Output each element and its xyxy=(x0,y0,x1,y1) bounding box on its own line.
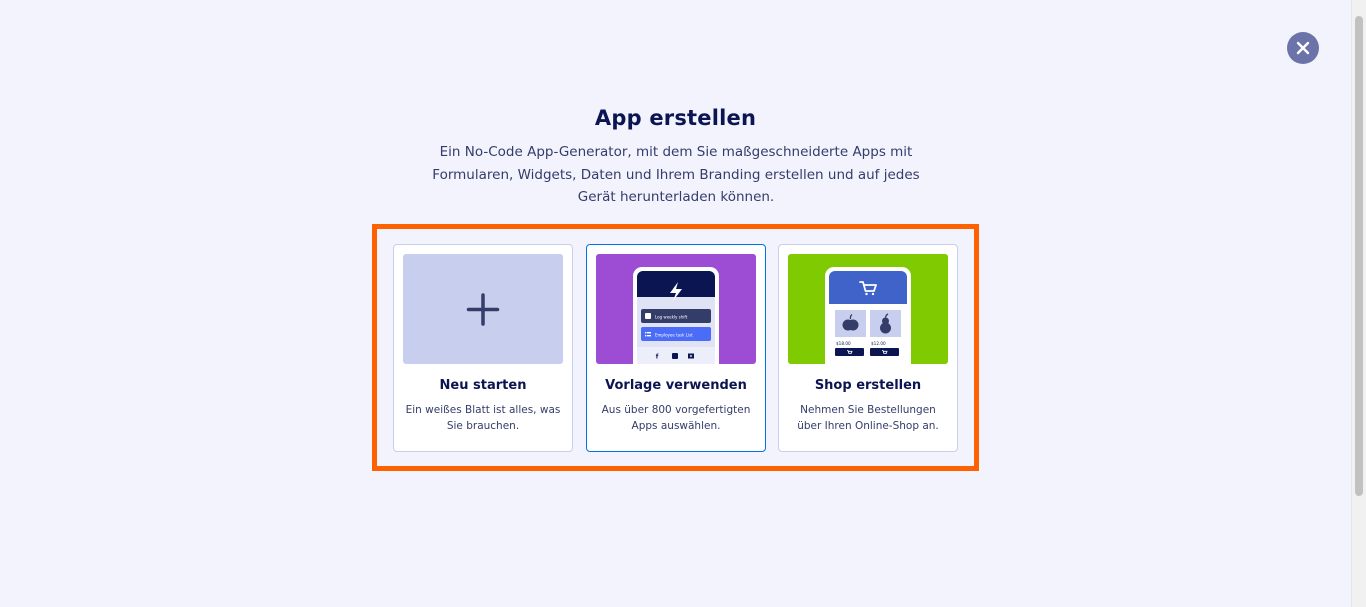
product-price: $12.00 xyxy=(871,341,886,346)
shop-thumbnail: $18.00 $12.00 xyxy=(788,254,948,364)
page-title: App erstellen xyxy=(594,106,757,130)
add-to-cart-button xyxy=(870,348,899,356)
app-create-modal: App erstellen Ein No-Code App-Generator,… xyxy=(0,0,1366,607)
option-title: Neu starten xyxy=(439,378,527,393)
start-new-thumbnail xyxy=(403,254,563,364)
close-icon xyxy=(1296,41,1310,55)
phone-header xyxy=(829,271,907,304)
scrollbar-thumb[interactable] xyxy=(1355,16,1363,496)
add-to-cart-button xyxy=(835,348,864,356)
plus-icon xyxy=(466,293,500,326)
product-price: $18.00 xyxy=(836,341,851,346)
option-description: Ein weißes Blatt ist alles, was Sie brau… xyxy=(405,404,561,432)
vertical-scrollbar[interactable] xyxy=(1351,0,1366,607)
facebook-icon: f xyxy=(656,354,659,361)
option-start-new[interactable]: Neu starten Ein weißes Blatt ist alles, … xyxy=(393,244,573,452)
preview-item: Log weekly shift xyxy=(655,315,688,320)
option-title: Shop erstellen xyxy=(814,378,922,393)
option-use-template[interactable]: Log weekly shift Employee task List f Vo… xyxy=(586,244,766,452)
close-button[interactable] xyxy=(1287,32,1319,64)
option-description: Aus über 800 vorgefertigten Apps auswähl… xyxy=(601,404,751,432)
template-thumbnail: Log weekly shift Employee task List f xyxy=(596,254,756,364)
preview-item: Employee task List xyxy=(655,333,693,338)
option-create-shop[interactable]: $18.00 $12.00 Shop erstellen Nehmen Sie … xyxy=(778,244,958,452)
page-subtitle: Ein No-Code App-Generator, mit dem Sie m… xyxy=(432,144,920,205)
option-title: Vorlage verwenden xyxy=(605,378,747,393)
option-description: Nehmen Sie Bestellungen über Ihren Onlin… xyxy=(797,404,939,432)
linkedin-icon xyxy=(672,353,678,359)
